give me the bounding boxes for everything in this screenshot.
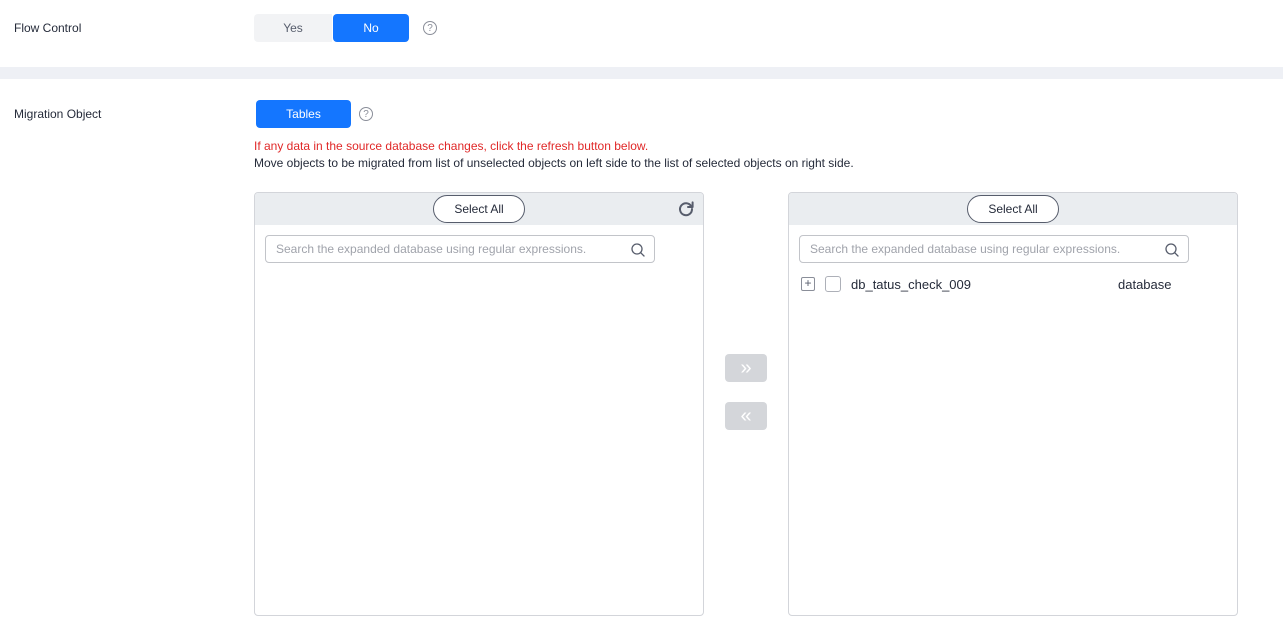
double-chevron-left-icon: « [740,404,752,427]
double-chevron-right-icon: » [740,356,752,379]
selected-panel-header: Select All [789,193,1237,225]
flow-control-toggle: Yes No [254,14,409,42]
migration-description-text: Move objects to be migrated from list of… [254,156,854,170]
right-search-field [799,235,1189,263]
right-search-input[interactable] [810,241,1150,257]
search-icon[interactable] [1164,242,1180,258]
flow-control-help-icon[interactable]: ? [423,21,437,35]
flow-control-no-button[interactable]: No [333,14,409,42]
move-left-button[interactable]: « [725,402,767,430]
left-search-field [265,235,655,263]
unselected-panel-header: Select All [255,193,703,225]
database-name: db_tatus_check_009 [851,277,971,292]
flow-control-label: Flow Control [14,21,82,35]
move-right-button[interactable]: » [725,354,767,382]
tree-item-database[interactable]: + db_tatus_check_009 database [801,275,1221,295]
right-select-all-button[interactable]: Select All [967,195,1059,223]
unselected-objects-list [255,271,703,615]
expand-plus-icon[interactable]: + [801,277,815,291]
object-type: database [1118,277,1172,292]
refresh-warning-text: If any data in the source database chang… [254,139,649,153]
item-checkbox[interactable] [825,276,841,292]
left-select-all-button[interactable]: Select All [433,195,525,223]
search-icon[interactable] [630,242,646,258]
selected-objects-panel: Select All + db_tatus_check_009 database [788,192,1238,616]
flow-control-yes-button[interactable]: Yes [254,14,332,42]
tables-button[interactable]: Tables [256,100,351,128]
unselected-objects-panel: Select All [254,192,704,616]
section-divider [0,67,1283,79]
refresh-icon[interactable] [677,200,695,218]
left-search-input[interactable] [276,241,616,257]
migration-object-help-icon[interactable]: ? [359,107,373,121]
migration-object-label: Migration Object [14,107,102,121]
